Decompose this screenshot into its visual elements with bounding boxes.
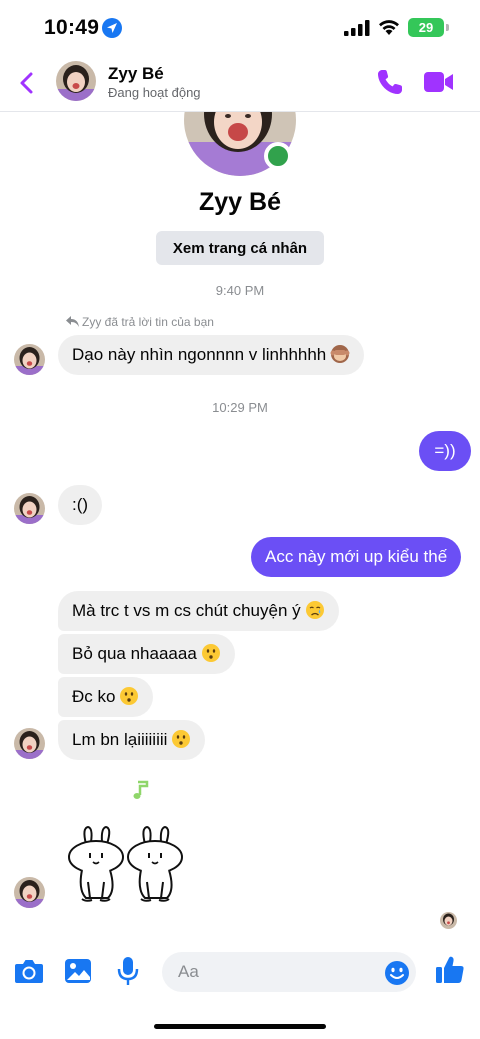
message-text: =)) <box>434 441 456 460</box>
location-arrow-icon <box>102 18 122 38</box>
crying-face-icon <box>305 601 324 619</box>
reply-arrow-icon <box>66 316 79 328</box>
seen-indicator-avatar <box>440 912 457 929</box>
message-bubble[interactable]: Bỏ qua nhaaaaa <box>58 634 235 674</box>
online-status-dot <box>264 142 292 170</box>
message-text: Đc ko <box>72 687 116 706</box>
message-bubble[interactable]: :() <box>58 485 103 525</box>
message-input[interactable] <box>162 952 416 992</box>
message-text: Bỏ qua nhaaaaa <box>72 644 197 663</box>
timestamp: 9:40 PM <box>215 283 265 298</box>
message-text: Dạo này nhìn ngonnnn v linhhhhh <box>72 345 327 364</box>
kissing-face-icon <box>120 687 139 705</box>
wifi-icon <box>379 20 399 35</box>
reply-note: Zyy đã trả lời tin của bạn <box>66 314 214 329</box>
view-profile-button[interactable]: Xem trang cá nhân <box>156 231 324 265</box>
microphone-icon[interactable] <box>116 956 140 986</box>
status-time: 10:49 <box>44 16 100 39</box>
timestamp: 10:29 PM <box>212 400 268 415</box>
message-bubble[interactable]: Acc này mới up kiểu thế <box>251 537 462 577</box>
battery-icon: 29 <box>408 18 444 37</box>
back-chevron-icon[interactable] <box>16 70 40 96</box>
emoji-picker-icon[interactable] <box>384 960 410 986</box>
message-bubble[interactable]: Đc ko <box>58 677 154 717</box>
chat-header: Zyy Bé Đang hoạt động <box>0 56 480 112</box>
message-bubble[interactable]: =)) <box>419 431 471 471</box>
photo-gallery-icon[interactable] <box>64 958 92 984</box>
see-no-evil-monkey-icon <box>330 345 350 363</box>
message-text: Mà trc t vs m cs chút chuyện ý <box>72 601 301 620</box>
phone-call-icon[interactable] <box>376 68 404 96</box>
message-bubble[interactable]: Dạo này nhìn ngonnnn v linhhhhh <box>58 335 365 375</box>
message-text: Acc này mới up kiểu thế <box>265 547 448 566</box>
bunny-sticker-icon[interactable] <box>66 824 186 904</box>
profile-name: Zyy Bé <box>199 188 281 216</box>
status-bar: 10:49 29 <box>0 0 480 56</box>
header-avatar[interactable] <box>56 61 96 101</box>
reply-note-text: Zyy đã trả lời tin của bạn <box>82 314 214 329</box>
cellular-signal-icon <box>344 20 370 36</box>
video-call-icon[interactable] <box>424 70 454 94</box>
thumbs-up-icon[interactable] <box>434 954 466 986</box>
sender-avatar[interactable] <box>14 728 45 759</box>
home-indicator <box>154 1024 326 1029</box>
sender-avatar[interactable] <box>14 344 45 375</box>
message-bubble[interactable]: Mà trc t vs m cs chút chuyện ý <box>58 591 339 631</box>
message-composer <box>0 948 480 996</box>
message-text: Lm bn lạiiiiiiii <box>72 730 168 749</box>
message-bubble[interactable]: Lm bn lạiiiiiiii <box>58 720 206 760</box>
music-note-icon <box>133 780 149 799</box>
battery-level: 29 <box>418 20 434 35</box>
battery-tip <box>446 24 449 31</box>
sender-avatar[interactable] <box>14 493 45 524</box>
kissing-face-icon <box>201 644 220 662</box>
camera-icon[interactable] <box>14 958 44 984</box>
active-status: Đang hoạt động <box>108 85 201 100</box>
kissing-face-icon <box>172 730 191 748</box>
message-text: :() <box>72 495 89 514</box>
contact-name[interactable]: Zyy Bé <box>108 64 164 84</box>
sender-avatar[interactable] <box>14 877 45 908</box>
